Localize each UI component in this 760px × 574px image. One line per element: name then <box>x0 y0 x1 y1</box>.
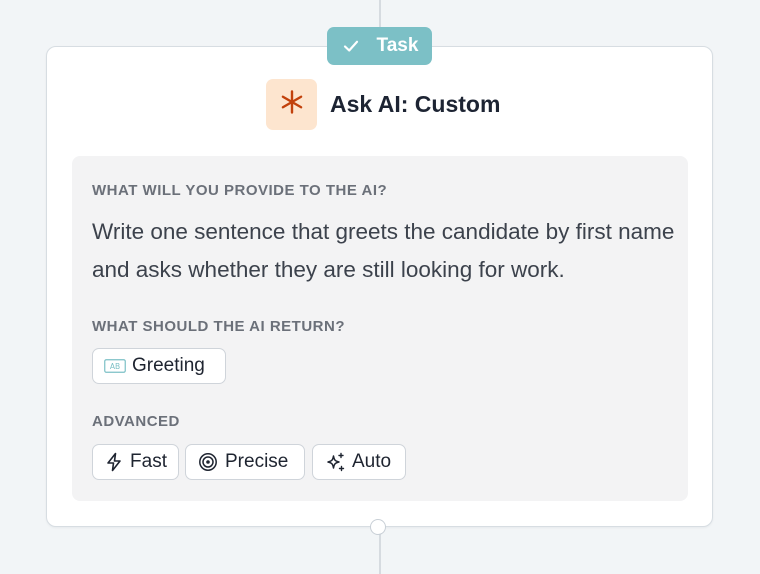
connector-handle[interactable] <box>370 519 386 535</box>
option-auto-label: Auto <box>352 451 392 472</box>
option-precise-label: Precise <box>225 451 289 472</box>
return-field-greeting[interactable]: AB Greeting <box>92 348 226 384</box>
node-icon-box <box>266 79 317 130</box>
node-title: Ask AI: Custom <box>330 91 501 117</box>
config-panel: WHAT WILL YOU PROVIDE TO THE AI? Write o… <box>72 156 688 501</box>
connector-line-top <box>379 0 381 28</box>
text-field-icon: AB <box>104 355 126 377</box>
target-icon <box>197 451 219 473</box>
prompt-text[interactable]: Write one sentence that greets the candi… <box>92 213 677 289</box>
provide-section-label: WHAT WILL YOU PROVIDE TO THE AI? <box>92 182 388 199</box>
return-field-label: Greeting <box>132 355 205 376</box>
option-fast-button[interactable]: Fast <box>92 444 179 480</box>
check-icon <box>341 36 361 56</box>
option-fast-label: Fast <box>130 451 167 472</box>
option-precise-button[interactable]: Precise <box>185 444 305 480</box>
return-section-label: WHAT SHOULD THE AI RETURN? <box>92 318 345 335</box>
option-auto-button[interactable]: Auto <box>312 444 406 480</box>
advanced-section-label: ADVANCED <box>92 413 180 430</box>
task-badge: Task <box>327 27 432 65</box>
sparkles-icon <box>324 451 346 473</box>
asterisk-icon <box>279 89 305 120</box>
task-badge-label: Task <box>376 35 419 56</box>
node-header: Ask AI: Custom <box>266 79 500 130</box>
text-field-icon-text: AB <box>110 362 120 371</box>
lightning-icon <box>104 451 124 473</box>
